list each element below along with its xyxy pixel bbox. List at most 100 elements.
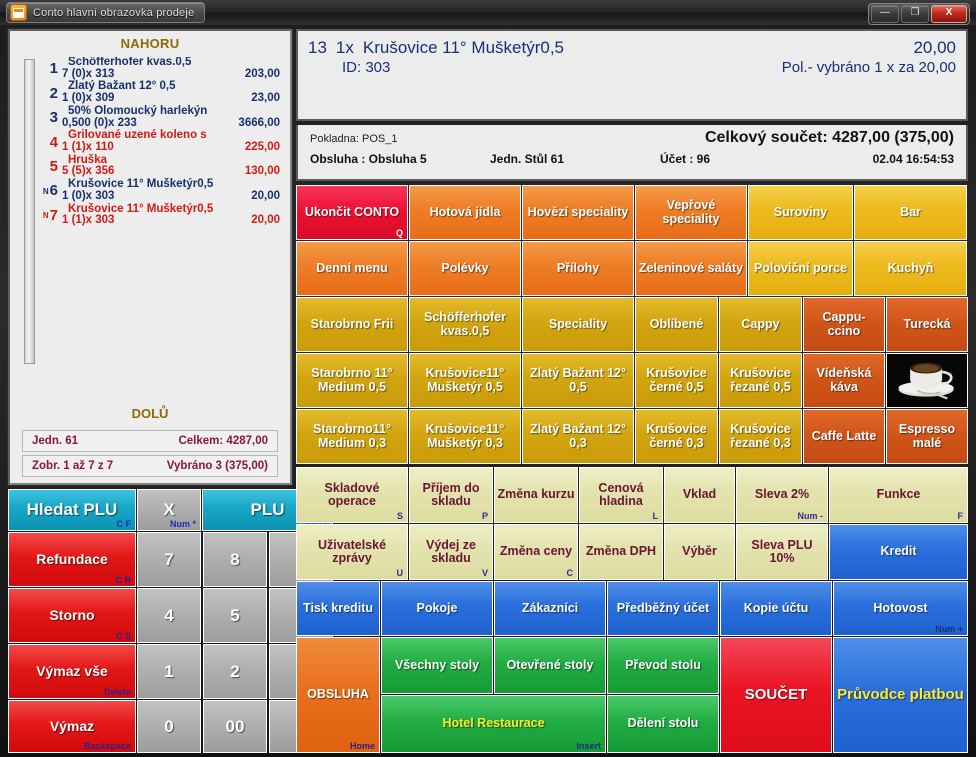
minimize-button[interactable]: — (871, 5, 899, 23)
vymaz-button-hint: Backspace (84, 741, 131, 751)
window-titlebar: Conto hlavní obrazovka prodeje — ❐ X (0, 0, 976, 25)
function-sleva-plu-10[interactable]: Sleva PLU 10% (736, 524, 828, 580)
product-button-6[interactable]: Turecká (886, 297, 968, 352)
receipt-row[interactable]: N7Krušovice 11° Mušketýr0,51 (1)x 30320,… (38, 204, 284, 227)
receipt-list-scrollbar[interactable] (24, 59, 35, 364)
hotovost-button-label: Hotovost (871, 602, 929, 616)
function-kredit[interactable]: Kredit (829, 524, 968, 580)
vymaz-button[interactable]: VýmazBackspace (8, 700, 136, 753)
receipt-row[interactable]: 350% Olomoucký harlekýn0,500 (0)x 233366… (38, 106, 284, 129)
function-prijem-do-skladu[interactable]: Příjem do skladuP (409, 467, 493, 523)
digit-key-5[interactable]: 5 (203, 588, 267, 643)
kopie-uctu-button[interactable]: Kopie účtu (720, 581, 832, 636)
digit-key-7[interactable]: 7 (137, 532, 201, 587)
vsechny-stoly-button[interactable]: Všechny stoly (381, 637, 493, 694)
hotovost-button[interactable]: HotovostNum + (833, 581, 968, 636)
digit-key-00[interactable]: 00 (203, 700, 267, 753)
vymaz-vse-button[interactable]: Výmaz všeDelete (8, 644, 136, 699)
product-button-2[interactable]: Speciality (522, 297, 634, 352)
function-skladove-operace-label: Skladové operace (297, 482, 407, 509)
tisk-kreditu-button[interactable]: Tisk kreditu (296, 581, 380, 636)
product-button-17[interactable]: Krušovice černé 0,3 (635, 409, 718, 464)
function-prijem-do-skladu-label: Příjem do skladu (410, 482, 492, 509)
prevod-stolu-button[interactable]: Převod stolu (607, 637, 719, 694)
receipt-row[interactable]: 2Zlatý Bažant 12° 0,51 (0)x 30923,00 (38, 81, 284, 104)
product-button-16[interactable]: Zlatý Bažant 12° 0,3 (522, 409, 634, 464)
hledat-plu-button[interactable]: Hledat PLUC F (8, 489, 136, 531)
digit-key-0[interactable]: 0 (137, 700, 201, 753)
product-button-1[interactable]: Schöfferhofer kvas.0,5 (409, 297, 521, 352)
refundace-button[interactable]: RefundaceC R (8, 532, 136, 587)
category-button-0[interactable]: Ukončit CONTOQ (296, 185, 408, 240)
product-button-19[interactable]: Caffe Latte (803, 409, 885, 464)
function-cenova-hladina[interactable]: Cenová hladinaL (579, 467, 663, 523)
hotel-restaurace-button[interactable]: Hotel RestauraceInsert (381, 695, 606, 753)
product-button-7[interactable]: Starobrno 11° Medium 0,5 (296, 353, 408, 408)
deleni-stolu-button[interactable]: Dělení stolu (607, 695, 719, 753)
product-button-3[interactable]: Oblíbené (635, 297, 718, 352)
pokoje-button[interactable]: Pokoje (381, 581, 493, 636)
product-button-12[interactable]: Vídeňská káva (803, 353, 885, 408)
category-button-11[interactable]: Kuchyň (854, 241, 967, 296)
product-button-14[interactable]: Starobrno11° Medium 0,3 (296, 409, 408, 464)
receipt-row[interactable]: 4Grilované uzené koleno s1 (1)x 110225,0… (38, 130, 284, 153)
function-uzivatelske-zpravy[interactable]: Uživatelské zprávyU (296, 524, 408, 580)
scroll-up-label[interactable]: NAHORU (10, 31, 290, 51)
obsluha-button[interactable]: OBSLUHAHome (296, 637, 380, 753)
category-button-1[interactable]: Hotová jídla (409, 185, 521, 240)
product-button-18[interactable]: Krušovice řezané 0,3 (719, 409, 802, 464)
product-button-4[interactable]: Cappy (719, 297, 802, 352)
category-button-8[interactable]: Přílohy (522, 241, 634, 296)
digit-key-8[interactable]: 8 (203, 532, 267, 587)
product-button-15[interactable]: Krušovice11° Mušketýr 0,3 (409, 409, 521, 464)
category-button-3[interactable]: Vepřové speciality (635, 185, 747, 240)
function-sleva-2[interactable]: Sleva 2%Num - (736, 467, 828, 523)
category-button-8-label: Přílohy (555, 262, 601, 276)
zakaznici-button[interactable]: Zákazníci (494, 581, 606, 636)
predbezny-ucet-button[interactable]: Předběžný účet (607, 581, 719, 636)
digit-key-4[interactable]: 4 (137, 588, 201, 643)
function-vklad[interactable]: Vklad (664, 467, 735, 523)
function-vyber[interactable]: Výběr (664, 524, 735, 580)
category-button-4[interactable]: Suroviny (748, 185, 853, 240)
category-button-6[interactable]: Denní menu (296, 241, 408, 296)
category-button-10[interactable]: Poloviční porce (748, 241, 853, 296)
product-button-coffee-image[interactable] (886, 353, 968, 408)
maximize-button[interactable]: ❐ (901, 5, 929, 23)
function-vydej-ze-skladu[interactable]: Výdej ze skladuV (409, 524, 493, 580)
product-button-9[interactable]: Zlatý Bažant 12° 0,5 (522, 353, 634, 408)
close-button[interactable]: X (931, 5, 967, 23)
digit-key-2[interactable]: 2 (203, 644, 267, 699)
receipt-row[interactable]: 1Schöfferhofer kvas.0,57 (0)x 313203,00 (38, 57, 284, 80)
product-button-11[interactable]: Krušovice řezané 0,5 (719, 353, 802, 408)
soucet-button[interactable]: SOUČET (720, 637, 832, 753)
product-button-20[interactable]: Espresso malé (886, 409, 968, 464)
product-button-5[interactable]: Cappu- ccino (803, 297, 885, 352)
category-button-4-label: Suroviny (772, 206, 830, 220)
category-button-5[interactable]: Bar (854, 185, 967, 240)
product-button-8[interactable]: Krušovice11° Mušketýr 0,5 (409, 353, 521, 408)
window-title: Conto hlavní obrazovka prodeje (33, 7, 194, 19)
category-button-7[interactable]: Polévky (409, 241, 521, 296)
function-zmena-ceny[interactable]: Změna cenyC (494, 524, 578, 580)
pruvodce-platbou-button[interactable]: Průvodce platbou (833, 637, 968, 753)
function-zmena-kurzu[interactable]: Změna kurzu (494, 467, 578, 523)
receipt-row[interactable]: 5Hruška5 (5)x 356130,00 (38, 155, 284, 178)
current-item-display: 13 1x Krušovice 11° Mušketýr0,5 20,00 ID… (296, 29, 968, 121)
category-button-9[interactable]: Zeleninové saláty (635, 241, 747, 296)
digit-key-1[interactable]: 1 (137, 644, 201, 699)
function-skladove-operace[interactable]: Skladové operaceS (296, 467, 408, 523)
receipt-row[interactable]: N6Krušovice 11° Mušketýr0,51 (0)x 30320,… (38, 179, 284, 202)
status-panel: Pokladna: POS_1 Celkový součet: 4287,00 … (296, 125, 968, 181)
scroll-down-label[interactable]: DOLŮ (10, 406, 290, 421)
function-zmena-dph[interactable]: Změna DPH (579, 524, 663, 580)
category-button-2[interactable]: Hovězí speciality (522, 185, 634, 240)
storno-button[interactable]: StornoC S (8, 588, 136, 643)
product-button-0[interactable]: Starobrno Frii (296, 297, 408, 352)
digit-key-4-label: 4 (164, 607, 173, 625)
multiply-key[interactable]: XNum * (137, 489, 201, 531)
application-icon (10, 4, 27, 21)
otevrene-stoly-button[interactable]: Otevřené stoly (494, 637, 606, 694)
product-button-10[interactable]: Krušovice černé 0,5 (635, 353, 718, 408)
function-funkce[interactable]: FunkceF (829, 467, 968, 523)
